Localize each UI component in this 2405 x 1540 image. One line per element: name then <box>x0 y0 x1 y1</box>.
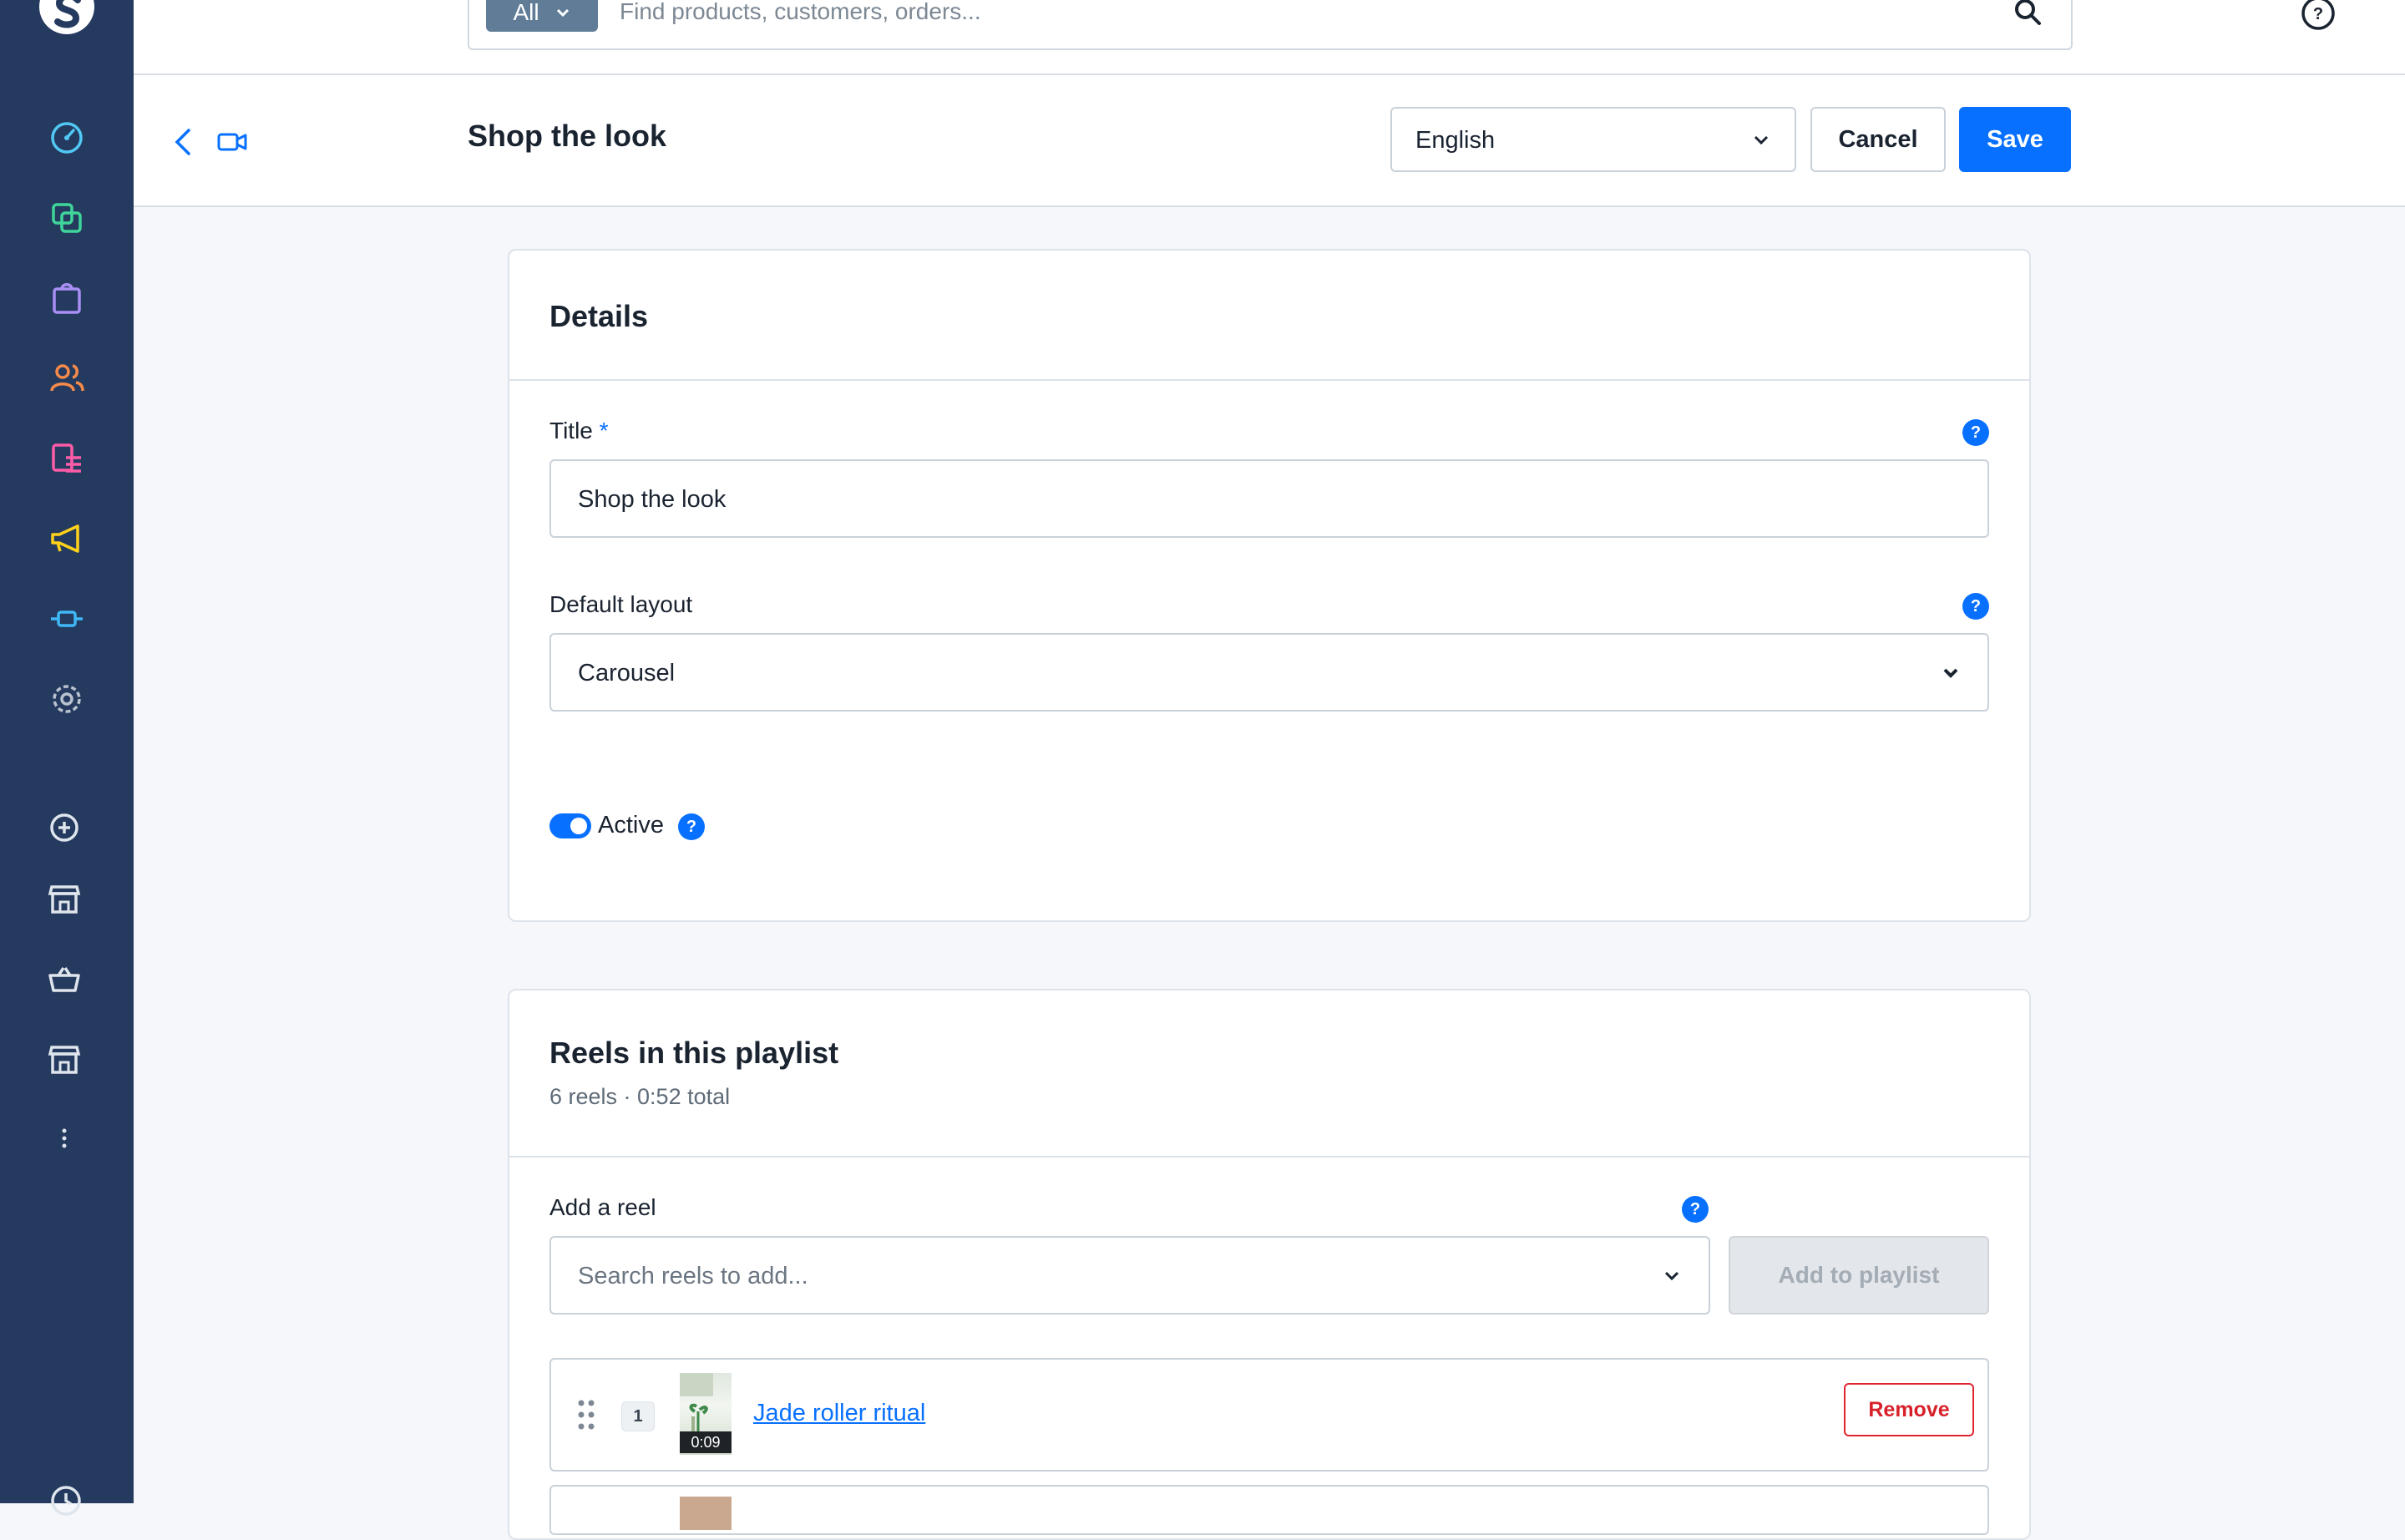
reel-title-link[interactable]: Jade roller ritual <box>753 1400 925 1427</box>
reel-duration: 0:09 <box>680 1431 732 1453</box>
page-title: Shop the look <box>468 119 666 153</box>
details-heading: Details <box>549 299 649 333</box>
help-icon[interactable]: ? <box>2300 0 2337 32</box>
add-to-playlist-button[interactable]: Add to playlist <box>1729 1236 1989 1315</box>
dashboard-icon[interactable] <box>48 119 86 157</box>
title-input-value: Shop the look <box>578 486 727 513</box>
details-card: Details Title * ? Shop the look Default … <box>508 249 2031 922</box>
chevron-down-icon <box>1943 668 1958 678</box>
playlist-heading: Reels in this playlist <box>549 1036 839 1070</box>
storefront-icon[interactable] <box>45 1041 84 1079</box>
storefront-icon[interactable] <box>45 880 84 919</box>
chevron-down-icon <box>556 8 569 18</box>
clock-icon[interactable] <box>47 1482 85 1520</box>
save-button[interactable]: Save <box>1959 107 2071 172</box>
search-scope-dropdown[interactable]: All <box>486 0 598 32</box>
title-input[interactable]: Shop the look <box>549 459 1989 538</box>
title-field-label: Title * <box>549 418 609 444</box>
add-reel-label: Add a reel <box>549 1194 656 1220</box>
active-toggle[interactable] <box>549 813 591 838</box>
reel-row[interactable] <box>549 1485 1989 1535</box>
basket-icon[interactable] <box>45 960 84 999</box>
language-select[interactable]: English <box>1390 107 1796 172</box>
more-icon[interactable] <box>45 1119 84 1158</box>
add-reel-help-icon[interactable]: ? <box>1682 1196 1709 1223</box>
drag-handle-icon[interactable] <box>576 1398 596 1431</box>
global-search: All Find products, customers, orders... <box>468 0 2073 50</box>
required-marker: * <box>599 418 609 443</box>
video-icon <box>217 133 247 151</box>
remove-reel-button[interactable]: Remove <box>1844 1383 1974 1436</box>
language-select-value: English <box>1415 127 1496 154</box>
reel-search-select[interactable]: Search reels to add... <box>549 1236 1710 1315</box>
chevron-down-icon <box>1664 1271 1679 1281</box>
reel-search-placeholder: Search reels to add... <box>578 1263 808 1289</box>
back-arrow-icon[interactable] <box>169 125 199 159</box>
toggle-knob <box>570 818 587 834</box>
marketing-icon[interactable] <box>48 519 86 558</box>
search-input[interactable]: Find products, customers, orders... <box>620 0 981 25</box>
content-icon[interactable] <box>48 439 86 478</box>
sidebar <box>0 0 134 1516</box>
reel-thumbnail[interactable] <box>680 1497 732 1530</box>
catalog-icon[interactable] <box>48 199 86 237</box>
playlist-card-header: Reels in this playlist 6 reels · 0:52 to… <box>509 990 2029 1158</box>
customers-icon[interactable] <box>48 359 86 398</box>
extensions-icon[interactable] <box>48 600 86 638</box>
playlist-summary: 6 reels · 0:52 total <box>549 1084 731 1109</box>
top-bar: All Find products, customers, orders... … <box>134 0 2405 75</box>
page-header: Shop the look English Cancel Save <box>134 75 2405 207</box>
orders-icon[interactable] <box>48 279 86 317</box>
settings-icon[interactable] <box>48 680 86 718</box>
add-icon[interactable] <box>45 808 84 847</box>
search-scope-label: All <box>513 0 539 25</box>
layout-select[interactable]: Carousel <box>549 633 1989 712</box>
cancel-button[interactable]: Cancel <box>1810 107 1946 172</box>
brand-logo-icon[interactable] <box>39 0 94 38</box>
layout-help-icon[interactable]: ? <box>1962 593 1989 620</box>
playlist-card: Reels in this playlist 6 reels · 0:52 to… <box>508 989 2031 1540</box>
search-icon[interactable] <box>2013 0 2043 27</box>
details-card-header: Details <box>509 251 2029 381</box>
active-help-icon[interactable]: ? <box>678 813 705 840</box>
active-label: Active <box>598 812 664 838</box>
layout-field-label: Default layout <box>549 591 693 617</box>
chevron-down-icon <box>1754 135 1769 145</box>
reel-row[interactable]: 1 0:09 Jade roller ritual Remove <box>549 1358 1989 1472</box>
reel-index-badge: 1 <box>621 1401 655 1431</box>
title-label-text: Title <box>549 418 593 443</box>
svg-text:?: ? <box>2313 5 2323 23</box>
title-help-icon[interactable]: ? <box>1962 419 1989 446</box>
layout-select-value: Carousel <box>578 660 676 686</box>
